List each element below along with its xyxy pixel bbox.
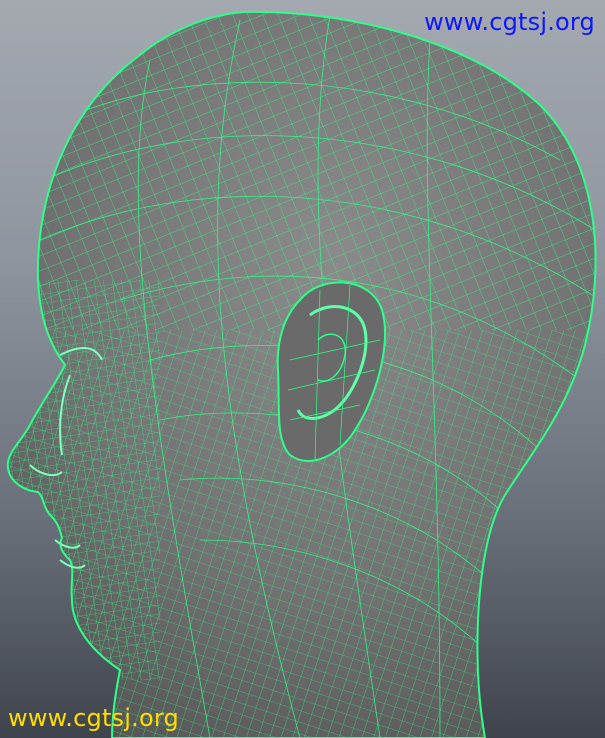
head-wireframe-render bbox=[6, 10, 597, 738]
watermark-top: www.cgtsj.org bbox=[424, 8, 595, 36]
maya-viewport[interactable]: www.cgtsj.org www.cgtsj.org bbox=[0, 0, 605, 738]
watermark-bottom: www.cgtsj.org bbox=[8, 704, 179, 732]
